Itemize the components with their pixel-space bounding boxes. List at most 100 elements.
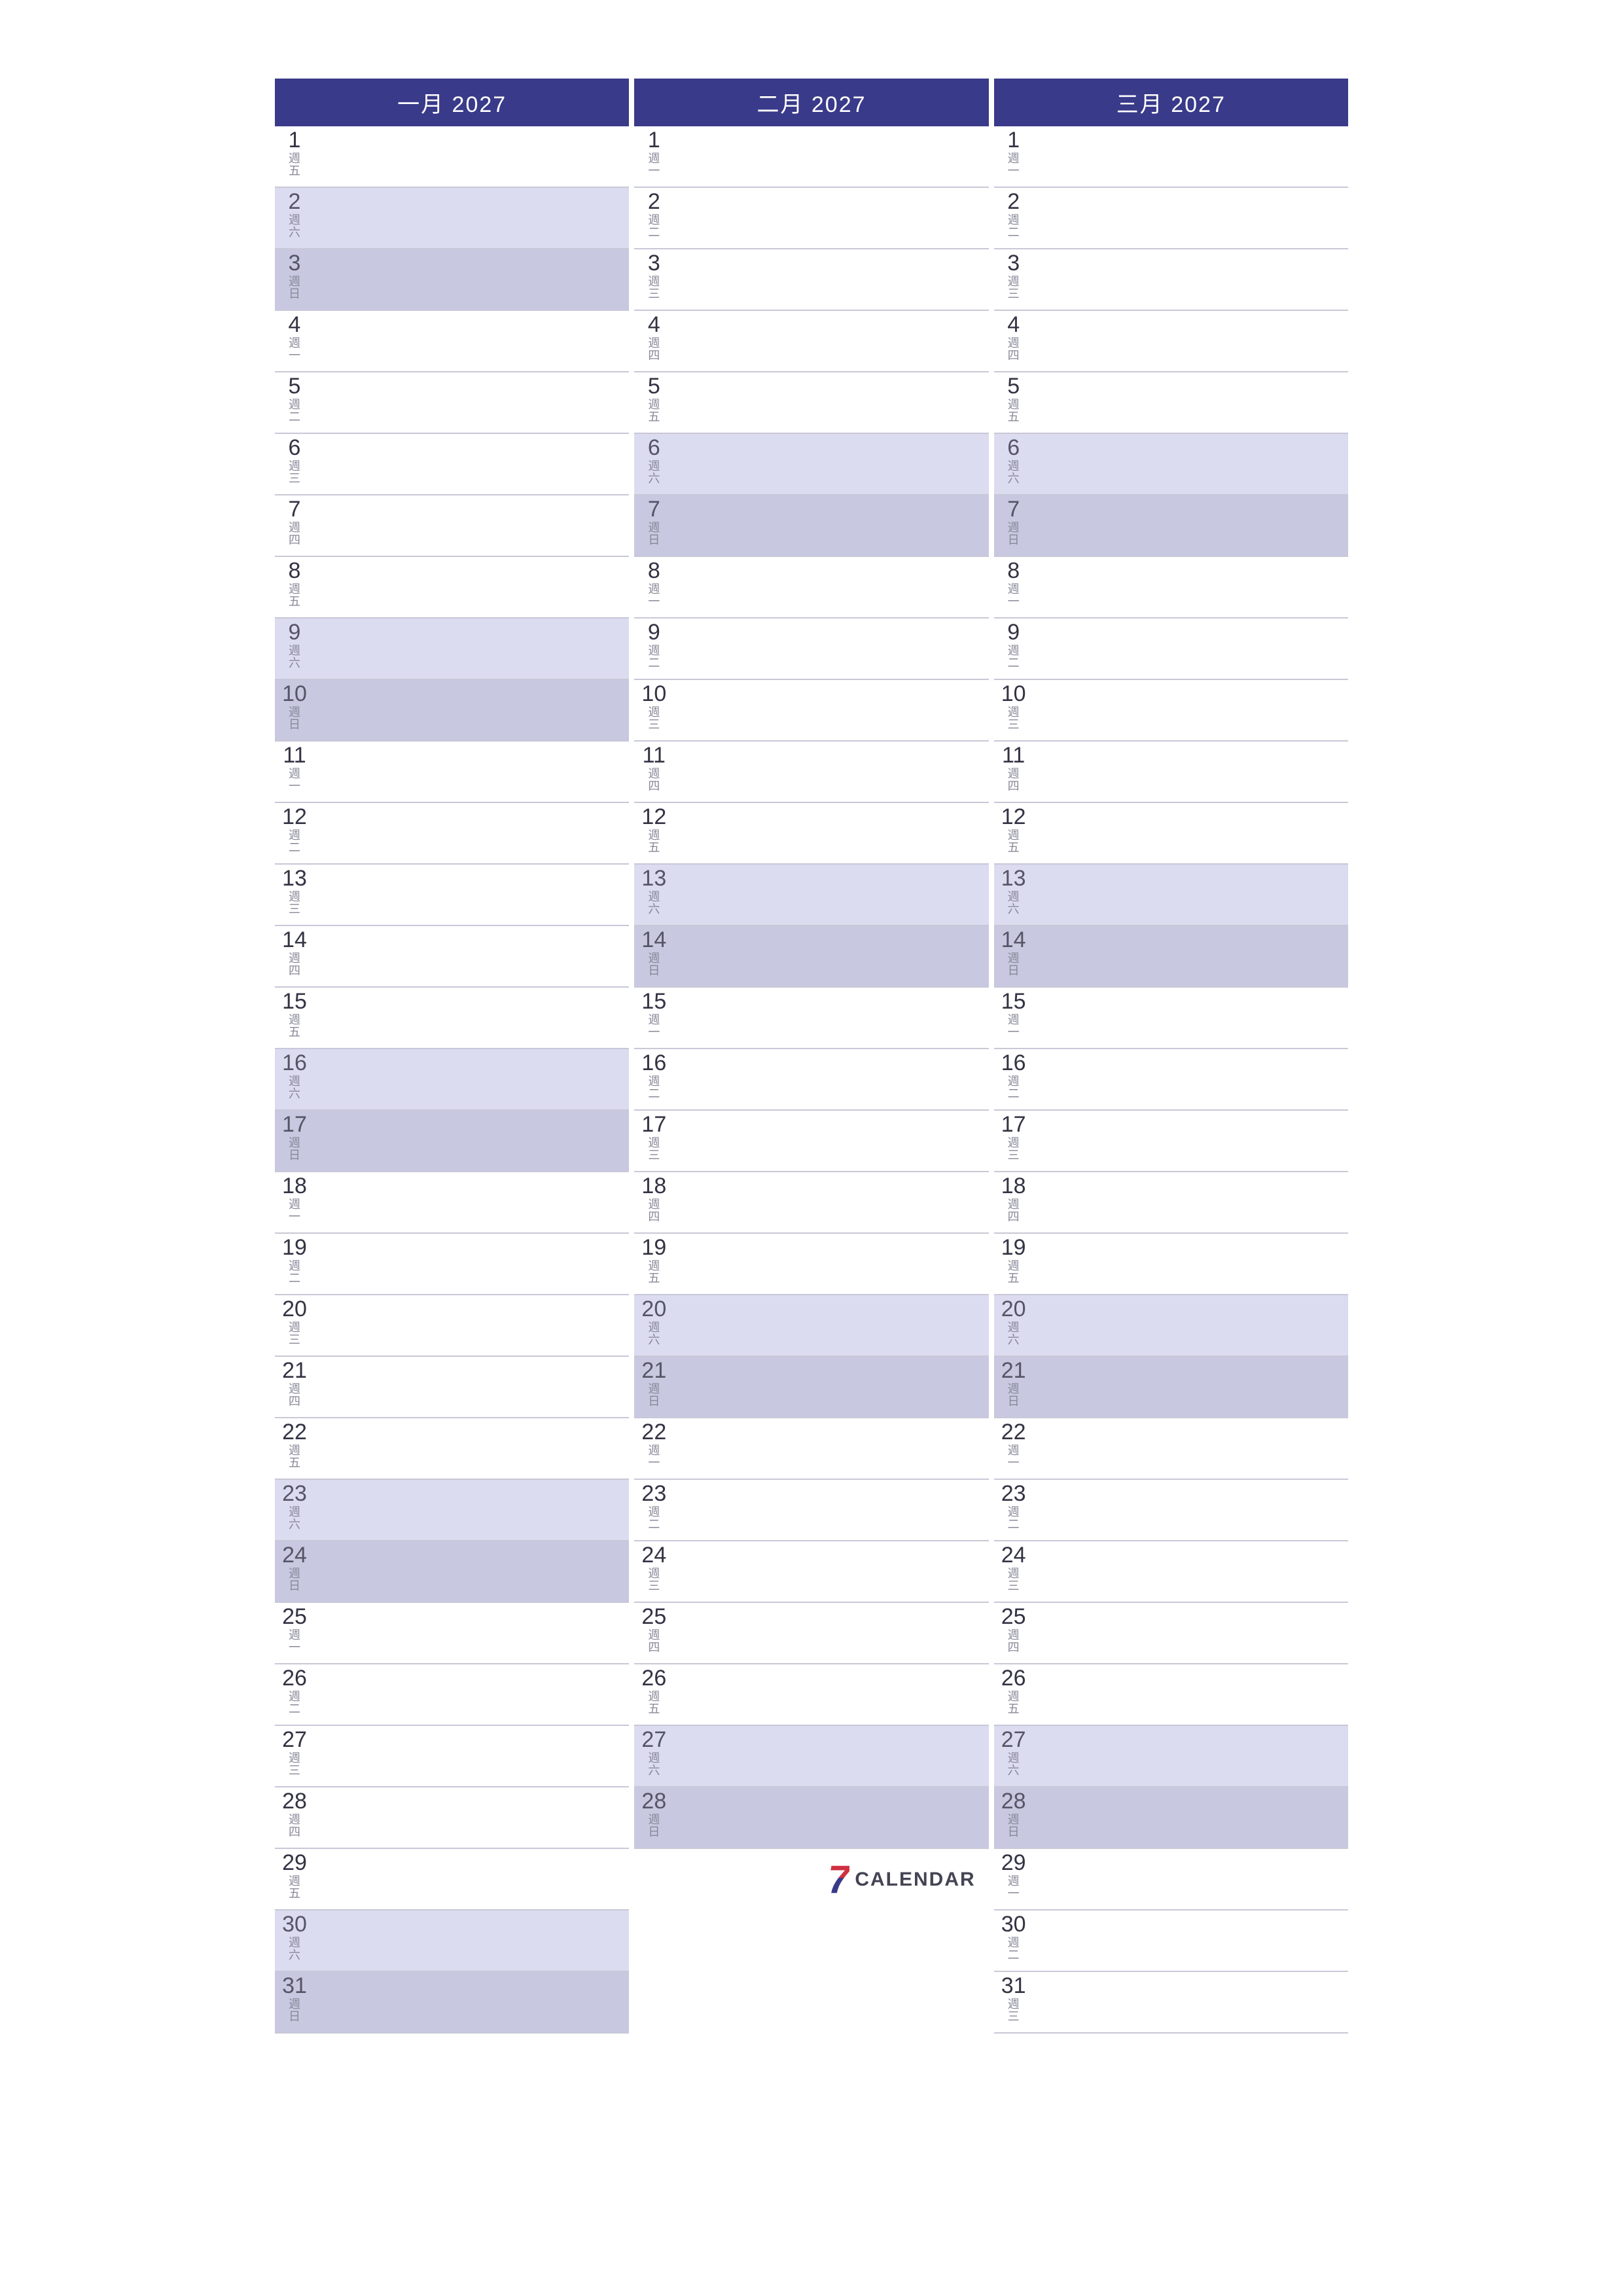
day-row: 6週六 — [634, 434, 988, 495]
day-number: 13 — [641, 867, 666, 889]
day-number: 6 — [1007, 437, 1020, 459]
day-number: 15 — [641, 990, 666, 1013]
day-row: 6週三 — [275, 434, 629, 495]
day-row: 5週五 — [634, 372, 988, 434]
day-row: 28週日 — [634, 1787, 988, 1849]
day-row: 12週五 — [634, 803, 988, 865]
day-label: 9週六 — [275, 619, 314, 670]
day-number: 2 — [1007, 190, 1020, 213]
day-weekday: 週三 — [1008, 1998, 1020, 2023]
day-weekday: 週二 — [289, 829, 300, 854]
day-weekday: 週四 — [648, 1198, 660, 1223]
day-number: 18 — [282, 1175, 307, 1197]
brand-logo: 7CALENDAR — [828, 1860, 976, 1899]
day-row: 10週三 — [634, 680, 988, 742]
day-row: 23週二 — [994, 1480, 1348, 1541]
day-label: 23週二 — [994, 1480, 1033, 1531]
day-label: 5週二 — [275, 372, 314, 423]
day-weekday: 週日 — [289, 1998, 300, 2023]
day-weekday: 週日 — [289, 1568, 300, 1592]
day-row: 14週日 — [634, 926, 988, 988]
day-row: 15週一 — [634, 988, 988, 1049]
day-weekday: 週日 — [1008, 1814, 1020, 1839]
day-number: 28 — [1001, 1790, 1026, 1812]
day-label: 7週日 — [994, 495, 1033, 547]
day-weekday: 週一 — [648, 583, 660, 608]
day-row: 7週四 — [275, 495, 629, 557]
day-number: 9 — [1007, 621, 1020, 643]
day-label: 18週四 — [634, 1172, 673, 1223]
month-header: 二月 2027 — [634, 79, 988, 126]
day-label: 16週二 — [994, 1049, 1033, 1100]
day-label: 23週六 — [275, 1480, 314, 1531]
day-row: 13週六 — [994, 865, 1348, 926]
day-number: 15 — [282, 990, 307, 1013]
day-number: 8 — [1007, 560, 1020, 582]
day-number: 19 — [1001, 1236, 1026, 1259]
day-label: 21週四 — [275, 1357, 314, 1408]
day-number: 7 — [289, 498, 301, 520]
day-label: 3週三 — [634, 249, 673, 300]
day-row: 27週六 — [634, 1726, 988, 1787]
day-label: 21週日 — [994, 1357, 1033, 1408]
day-label: 31週日 — [275, 1972, 314, 2023]
day-number: 22 — [1001, 1421, 1026, 1443]
day-label: 19週五 — [634, 1234, 673, 1285]
day-label: 28週日 — [994, 1787, 1033, 1839]
day-number: 8 — [648, 560, 660, 582]
day-label: 28週四 — [275, 1787, 314, 1839]
day-weekday: 週日 — [648, 1383, 660, 1408]
day-number: 13 — [282, 867, 307, 889]
day-label: 27週六 — [634, 1726, 673, 1777]
day-weekday: 週三 — [289, 1752, 300, 1777]
day-row: 4週一 — [275, 311, 629, 372]
day-number: 27 — [641, 1729, 666, 1751]
day-label: 9週二 — [994, 619, 1033, 670]
month-column: 一月 20271週五2週六3週日4週一5週二6週三7週四8週五9週六10週日11… — [275, 79, 629, 2034]
day-label: 30週六 — [275, 1910, 314, 1962]
day-weekday: 週三 — [1008, 1137, 1020, 1162]
day-row: 14週四 — [275, 926, 629, 988]
day-row: 3週日 — [275, 249, 629, 311]
day-weekday: 週六 — [289, 214, 300, 239]
day-label: 26週二 — [275, 1664, 314, 1715]
day-number: 17 — [1001, 1113, 1026, 1136]
day-row: 17週三 — [994, 1111, 1348, 1172]
day-weekday: 週五 — [1008, 1260, 1020, 1285]
day-weekday: 週四 — [648, 768, 660, 793]
day-number: 8 — [289, 560, 301, 582]
day-weekday: 週三 — [289, 1321, 300, 1346]
day-number: 26 — [282, 1667, 307, 1689]
day-number: 14 — [282, 929, 307, 951]
day-label: 4週四 — [994, 311, 1033, 362]
day-weekday: 週五 — [289, 583, 300, 608]
day-label: 16週六 — [275, 1049, 314, 1100]
day-label: 17週三 — [994, 1111, 1033, 1162]
day-weekday: 週五 — [648, 1691, 660, 1715]
day-weekday: 週三 — [1008, 1568, 1020, 1592]
day-row: 1週一 — [994, 126, 1348, 188]
day-weekday: 週五 — [289, 1014, 300, 1039]
day-number: 31 — [1001, 1975, 1026, 1997]
day-weekday: 週二 — [289, 1260, 300, 1285]
day-row: 16週二 — [994, 1049, 1348, 1111]
day-label: 30週二 — [994, 1910, 1033, 1962]
day-weekday: 週四 — [289, 1383, 300, 1408]
day-label: 1週一 — [994, 126, 1033, 177]
day-number: 25 — [641, 1605, 666, 1628]
day-weekday: 週二 — [1008, 1075, 1020, 1100]
day-label: 8週一 — [634, 557, 673, 608]
day-number: 26 — [1001, 1667, 1026, 1689]
day-row: 26週二 — [275, 1664, 629, 1726]
day-row: 16週六 — [275, 1049, 629, 1111]
day-weekday: 週五 — [289, 152, 300, 177]
day-number: 7 — [648, 498, 660, 520]
day-number: 22 — [282, 1421, 307, 1443]
day-weekday: 週六 — [648, 891, 660, 916]
day-number: 17 — [282, 1113, 307, 1136]
day-weekday: 週一 — [648, 1444, 660, 1469]
day-label: 15週一 — [634, 988, 673, 1039]
day-label: 19週五 — [994, 1234, 1033, 1285]
day-weekday: 週五 — [1008, 1691, 1020, 1715]
day-row: 16週二 — [634, 1049, 988, 1111]
